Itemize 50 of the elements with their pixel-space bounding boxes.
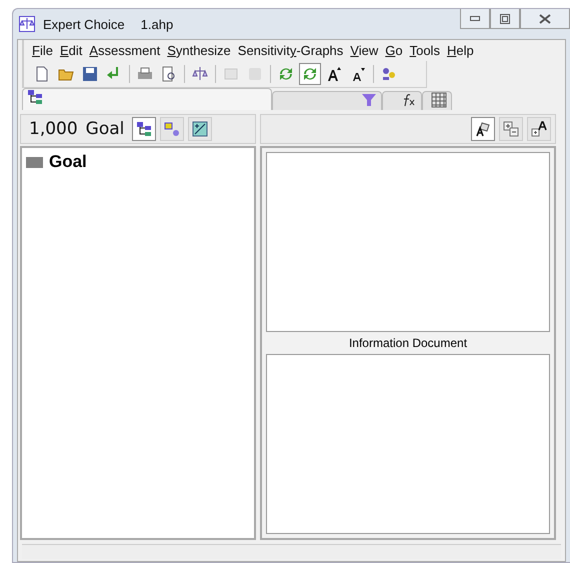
tab[interactable] <box>382 91 422 110</box>
preview-icon <box>161 66 177 82</box>
close-button[interactable] <box>520 9 570 29</box>
view-button[interactable] <box>132 117 156 141</box>
menu-item[interactable]: Help <box>446 43 474 58</box>
people-icon <box>381 66 397 82</box>
nodes-icon <box>164 121 180 137</box>
note-icon <box>475 121 491 137</box>
add-text-icon <box>531 121 547 137</box>
maximize-icon <box>500 14 510 24</box>
section-title: Information Document <box>348 335 468 352</box>
maximize-button[interactable] <box>490 9 520 29</box>
printer-icon <box>137 66 153 82</box>
tree-node[interactable]: Goal <box>49 152 87 172</box>
formula-icon <box>401 92 417 108</box>
page-icon <box>34 66 50 82</box>
menu-item[interactable]: Synthesize <box>167 43 231 58</box>
balance-icon <box>19 16 35 32</box>
chart-icon <box>192 121 208 137</box>
file-name: 1.ahp <box>140 16 174 32</box>
funnel-icon <box>361 92 377 108</box>
menu-item[interactable]: Sensitivity-Graphs <box>238 43 344 58</box>
menu-item[interactable]: File <box>32 43 53 58</box>
close-icon <box>539 14 551 24</box>
toolbar-button[interactable] <box>471 117 495 141</box>
menu-item[interactable]: Assessment <box>89 43 160 58</box>
minimize-icon <box>470 16 480 22</box>
balance-icon <box>192 66 208 82</box>
menu-item[interactable]: Tools <box>410 43 440 58</box>
save-icon <box>82 66 98 82</box>
menu-item[interactable]: Edit <box>60 43 82 58</box>
window-title: Expert Choice <box>43 16 125 32</box>
expand-collapse-icon <box>503 121 519 137</box>
node-name: Goal <box>86 119 124 139</box>
menu-item[interactable]: Go <box>385 43 403 58</box>
font-larger-icon <box>326 66 342 82</box>
toolbar-button[interactable] <box>527 117 551 141</box>
grid-icon <box>431 92 447 108</box>
hierarchy-icon <box>136 121 152 137</box>
cycle-icon <box>278 66 294 82</box>
view-button[interactable] <box>188 117 212 141</box>
minimize-button[interactable] <box>460 9 490 29</box>
node-marker <box>26 156 43 168</box>
information-document-field[interactable] <box>266 354 550 534</box>
cycle-icon <box>302 66 318 82</box>
priority-value: 1,000 <box>29 119 78 139</box>
font-smaller-icon <box>350 66 366 82</box>
notes-icon <box>223 66 239 82</box>
menu-item[interactable]: View <box>350 43 378 58</box>
hierarchy-icon <box>27 89 43 105</box>
